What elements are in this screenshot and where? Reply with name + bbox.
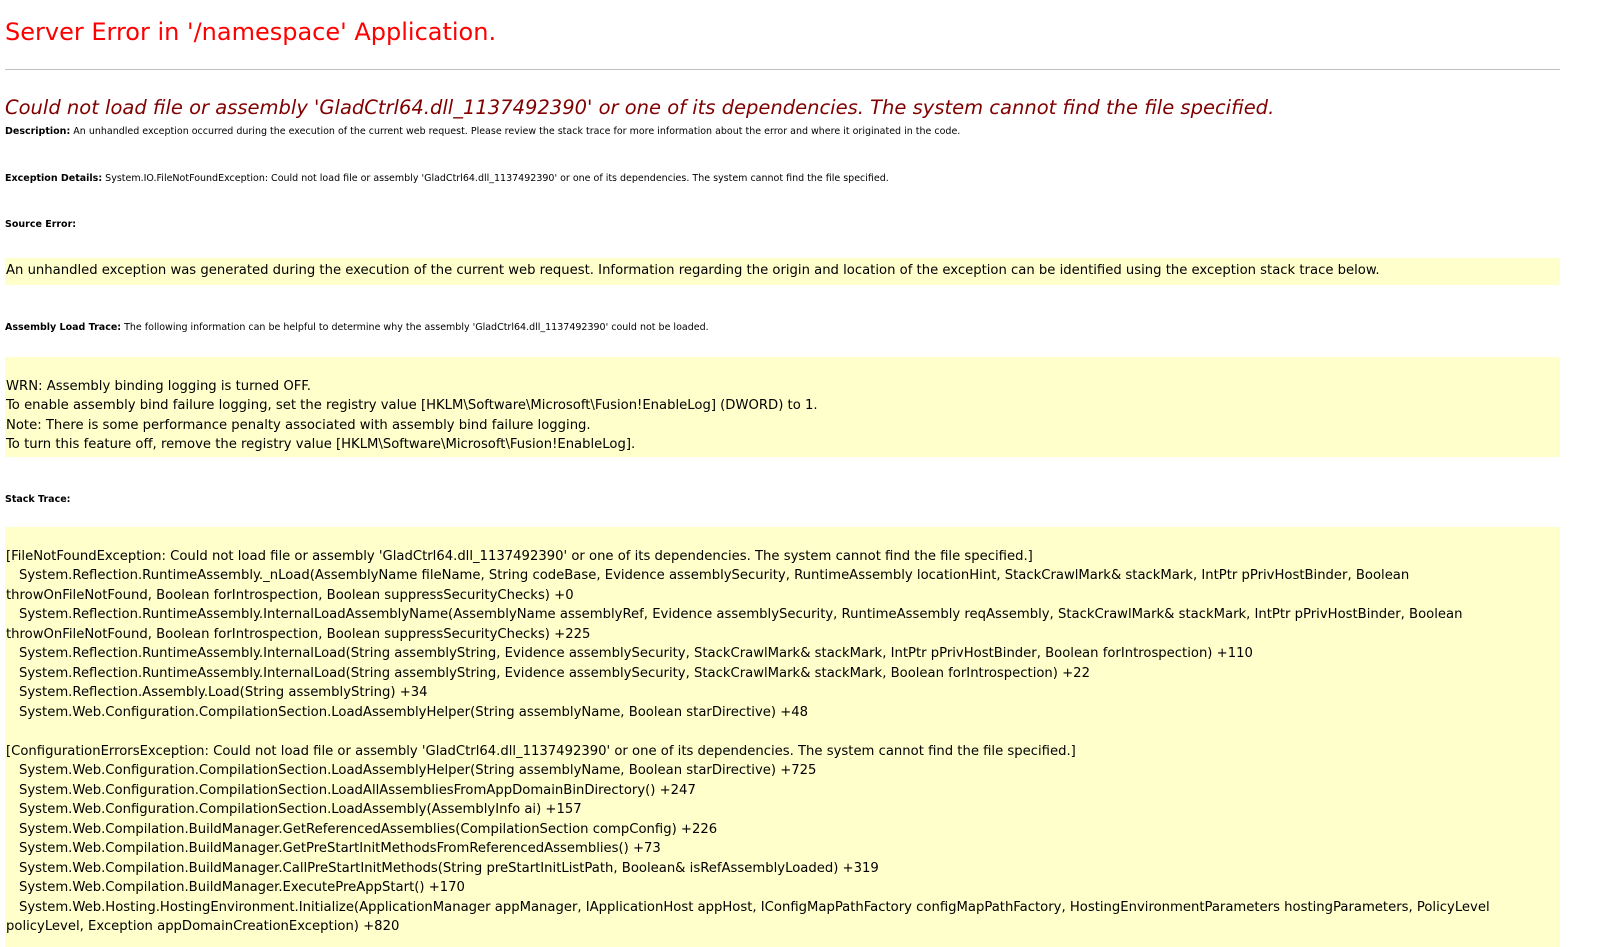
stack-frame-text: System.Web.Hosting.HostingEnvironment.In… xyxy=(6,899,1490,935)
stack-frame: System.Reflection.RuntimeAssembly.Intern… xyxy=(6,605,1559,644)
stack-frame: System.Reflection.Assembly.Load(String a… xyxy=(19,685,428,700)
stack-frame: System.Web.Configuration.CompilationSect… xyxy=(19,802,582,817)
exception-details: Exception Details: System.IO.FileNotFoun… xyxy=(5,173,1560,185)
source-error-box: An unhandled exception was generated dur… xyxy=(5,258,1560,285)
stack-frame: System.Web.Compilation.BuildManager.GetR… xyxy=(19,821,718,837)
assembly-load-trace: Assembly Load Trace: The following infor… xyxy=(5,322,1560,334)
source-error-text: An unhandled exception was generated dur… xyxy=(6,263,1380,278)
description-text: An unhandled exception occurred during t… xyxy=(73,126,961,137)
stack-frame: System.Reflection.RuntimeAssembly._nLoad… xyxy=(6,566,1559,605)
trace-line: WRN: Assembly binding logging is turned … xyxy=(6,378,311,394)
description-label: Description: xyxy=(5,126,71,137)
stack-trace-label: Stack Trace: xyxy=(5,494,1560,506)
exception-details-text: System.IO.FileNotFoundException: Could n… xyxy=(105,173,889,184)
assembly-load-trace-box: WRN: Assembly binding logging is turned … xyxy=(5,356,1560,457)
stack-frame: System.Web.Compilation.BuildManager.Exec… xyxy=(19,880,465,895)
stack-frame: System.Reflection.RuntimeAssembly.Intern… xyxy=(19,665,1090,681)
error-message: Could not load file or assembly 'GladCtr… xyxy=(5,96,1275,119)
stack-frame-text: System.Reflection.RuntimeAssembly._nLoad… xyxy=(6,568,1410,603)
error-page: Server Error in '/namespace' Application… xyxy=(0,0,1616,947)
stack-trace-box: [FileNotFoundException: Could not load f… xyxy=(5,526,1560,947)
assembly-load-trace-text: The following information can be helpful… xyxy=(124,321,709,333)
stack-trace-label-text: Stack Trace: xyxy=(5,493,71,505)
stack-header: [ConfigurationErrorsException: Could not… xyxy=(6,743,1076,759)
stack-frame: System.Web.Configuration.CompilationSect… xyxy=(19,782,696,798)
source-error-label: Source Error: xyxy=(5,219,1560,231)
stack-gap xyxy=(6,722,1559,742)
stack-frame: System.Reflection.RuntimeAssembly.Intern… xyxy=(19,646,1253,661)
stack-frame: System.Web.Compilation.BuildManager.GetP… xyxy=(19,841,661,856)
exception-details-label: Exception Details: xyxy=(5,173,103,184)
trace-line: Note: There is some performance penalty … xyxy=(6,417,591,433)
divider xyxy=(5,69,1560,70)
trace-line: To turn this feature off, remove the reg… xyxy=(6,437,636,452)
stack-frame-text: System.Reflection.RuntimeAssembly.Intern… xyxy=(6,607,1463,642)
stack-frame: System.Web.Hosting.HostingEnvironment.In… xyxy=(6,898,1559,937)
assembly-load-trace-label: Assembly Load Trace: xyxy=(5,321,122,333)
trace-line: To enable assembly bind failure logging,… xyxy=(6,398,818,413)
description: Description: An unhandled exception occu… xyxy=(5,126,1560,138)
stack-frame: System.Web.Compilation.BuildManager.Call… xyxy=(19,860,879,876)
stack-header: [FileNotFoundException: Could not load f… xyxy=(6,548,1033,564)
stack-frame: System.Web.Configuration.CompilationSect… xyxy=(19,763,817,778)
source-error-label-text: Source Error: xyxy=(5,219,77,230)
page-title: Server Error in '/namespace' Application… xyxy=(5,18,497,46)
stack-frame: System.Web.Configuration.CompilationSect… xyxy=(19,704,809,720)
